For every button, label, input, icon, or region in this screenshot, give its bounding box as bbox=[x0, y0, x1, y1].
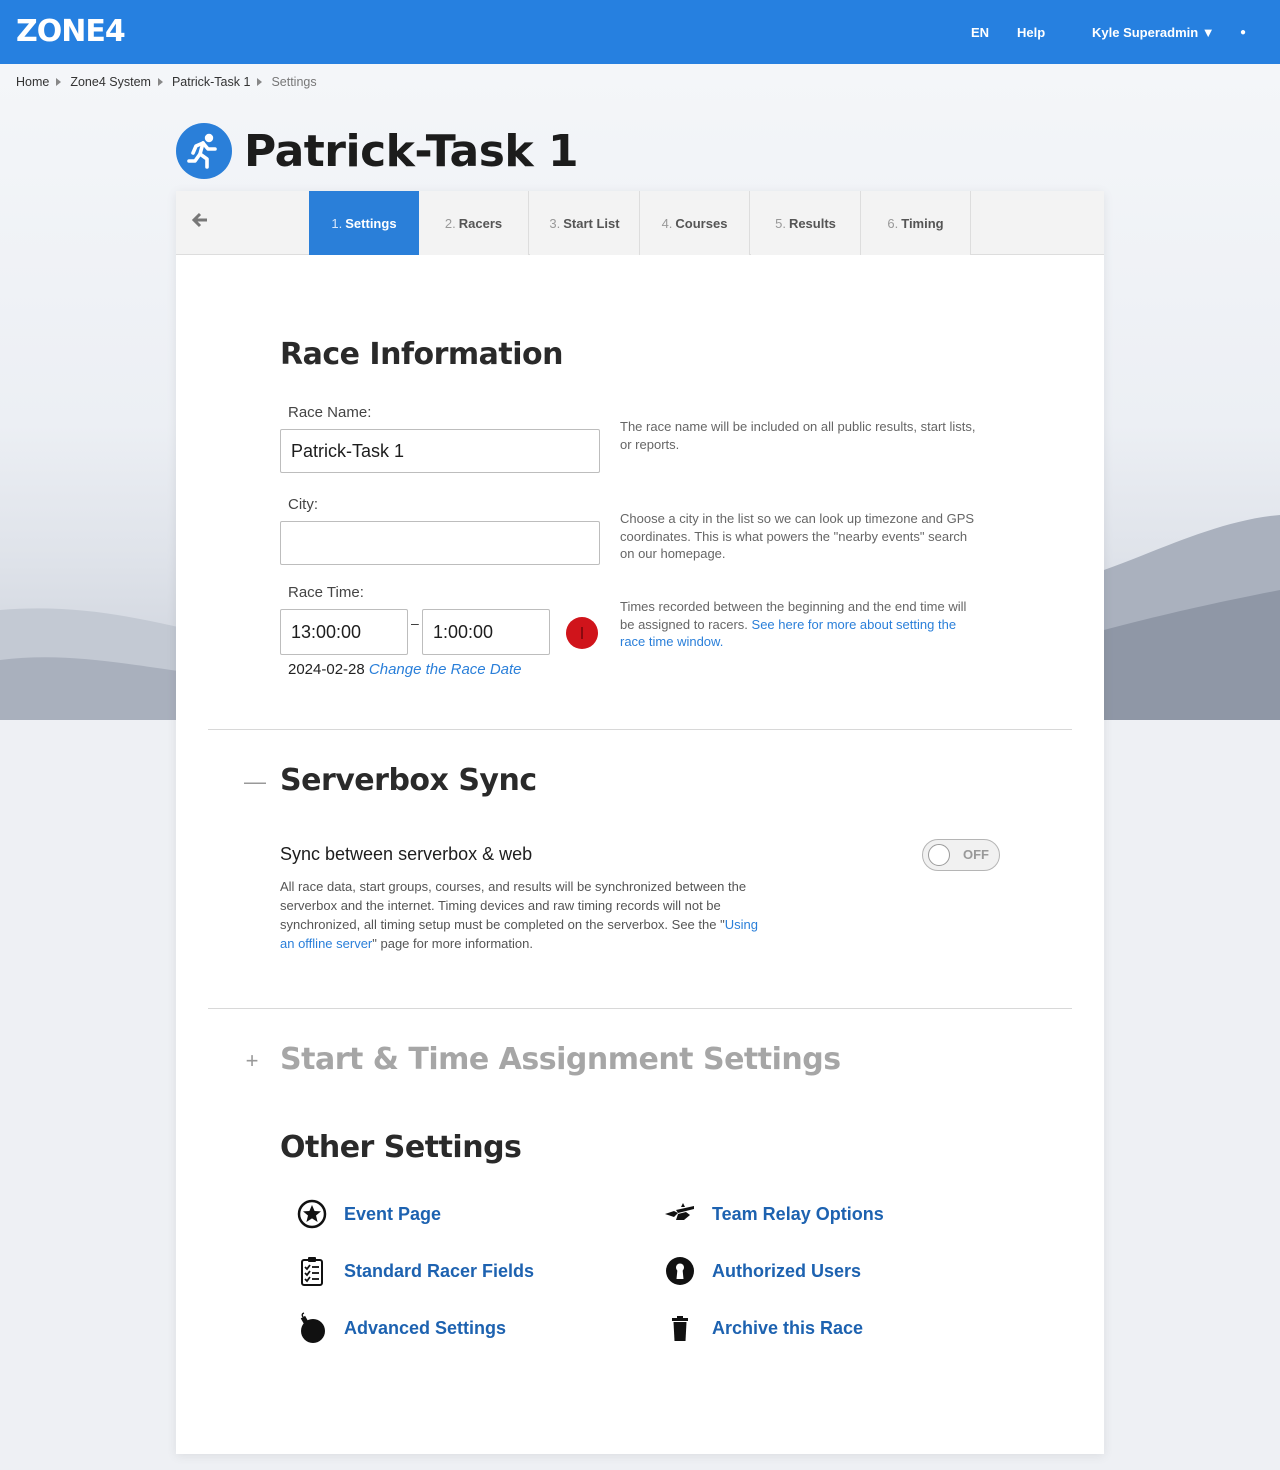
tab-label: Start List bbox=[563, 215, 620, 231]
serverbox-sync-heading: Serverbox Sync bbox=[280, 763, 537, 798]
race-name-label: Race Name: bbox=[288, 404, 372, 421]
race-time-help: Times recorded between the beginning and… bbox=[620, 598, 980, 651]
advanced-settings-link[interactable]: Advanced Settings bbox=[296, 1310, 506, 1346]
other-settings-heading: Other Settings bbox=[280, 1130, 522, 1165]
setting-label: Team Relay Options bbox=[712, 1203, 884, 1224]
collapse-serverbox-toggle[interactable]: — bbox=[244, 771, 266, 793]
top-navigation-bar: ZONE4 EN Help Kyle Superadmin ▼ ● bbox=[0, 0, 1280, 64]
tab-start-list[interactable]: 3. Start List bbox=[530, 191, 640, 255]
tab-label: Racers bbox=[458, 215, 503, 231]
chevron-right-icon bbox=[257, 78, 263, 86]
tab-timing[interactable]: 6. Timing bbox=[861, 191, 971, 255]
city-help: Choose a city in the list so we can look… bbox=[620, 511, 975, 561]
tab-number: 6. bbox=[887, 215, 899, 231]
race-name-help: The race name will be included on all pu… bbox=[620, 419, 976, 452]
archive-race-link[interactable]: Archive this Race bbox=[664, 1310, 863, 1346]
change-race-date-link[interactable]: Change the Race Date bbox=[369, 661, 522, 678]
alert-mark bbox=[581, 627, 583, 639]
setting-label: Standard Racer Fields bbox=[344, 1260, 535, 1281]
sync-description: All race data, start groups, courses, an… bbox=[280, 877, 760, 953]
settings-card: 1. Settings 2. Racers 3. Start List 4. C… bbox=[176, 191, 1104, 1454]
sync-title: Sync between serverbox & web bbox=[280, 844, 533, 864]
tab-label: Timing bbox=[901, 215, 944, 231]
section-divider bbox=[208, 729, 1072, 730]
start-time-assignment-heading[interactable]: Start & Time Assignment Settings bbox=[280, 1042, 841, 1077]
end-time-input[interactable]: 1:00:00 bbox=[422, 609, 550, 655]
expand-start-time-toggle[interactable]: + bbox=[244, 1050, 260, 1072]
runner-icon bbox=[176, 123, 232, 179]
setting-label: Archive this Race bbox=[712, 1317, 864, 1338]
clipboard-checklist-icon bbox=[296, 1255, 328, 1287]
tab-number: 3. bbox=[549, 215, 561, 231]
star-circle-icon bbox=[296, 1198, 328, 1230]
authorized-users-link[interactable]: Authorized Users bbox=[664, 1253, 861, 1289]
tab-courses[interactable]: 4. Courses bbox=[640, 191, 750, 255]
breadcrumb-race[interactable]: Patrick-Task 1 bbox=[172, 75, 251, 89]
breadcrumb-zone4-system[interactable]: Zone4 System bbox=[70, 75, 151, 89]
page-title: Patrick-Task 1 bbox=[244, 126, 579, 177]
race-time-label: Race Time: bbox=[288, 584, 364, 601]
race-name-input[interactable]: Patrick-Task 1 bbox=[280, 429, 600, 473]
help-link[interactable]: Help bbox=[1017, 0, 1045, 64]
tab-results[interactable]: 5. Results bbox=[751, 191, 861, 255]
time-separator: – bbox=[411, 615, 419, 631]
step-tabs: 1. Settings 2. Racers 3. Start List 4. C… bbox=[176, 191, 1104, 255]
team-relay-options-link[interactable]: Team Relay Options bbox=[664, 1196, 884, 1232]
alert-indicator-icon[interactable] bbox=[566, 617, 598, 649]
chevron-right-icon bbox=[157, 78, 163, 86]
standard-racer-fields-link[interactable]: Standard Racer Fields bbox=[296, 1253, 534, 1289]
breadcrumb-current: Settings bbox=[271, 75, 317, 89]
tab-number: 5. bbox=[775, 215, 786, 231]
setting-label: Advanced Settings bbox=[344, 1317, 507, 1338]
toggle-state: OFF bbox=[963, 847, 989, 862]
bomb-icon bbox=[296, 1312, 328, 1344]
section-divider bbox=[208, 1008, 1072, 1009]
zone4-logo[interactable]: ZONE4 bbox=[16, 14, 126, 50]
tab-racers[interactable]: 2. Racers bbox=[419, 191, 529, 255]
trash-icon bbox=[664, 1312, 696, 1344]
tab-number: 4. bbox=[661, 215, 673, 231]
sync-toggle-switch[interactable]: OFF bbox=[922, 839, 1000, 871]
setting-label: Event Page bbox=[344, 1203, 442, 1224]
city-label: City: bbox=[288, 496, 318, 513]
setting-label: Authorized Users bbox=[712, 1260, 862, 1281]
sync-desc-text: All race data, start groups, courses, an… bbox=[280, 879, 747, 932]
toggle-knob bbox=[928, 844, 950, 866]
event-page-link[interactable]: Event Page bbox=[296, 1196, 441, 1232]
start-time-input[interactable]: 13:00:00 bbox=[280, 609, 408, 655]
race-information-heading: Race Information bbox=[280, 337, 564, 372]
status-dot-icon[interactable]: ● bbox=[1240, 0, 1246, 64]
breadcrumb: Home Zone4 System Patrick-Task 1 Setting… bbox=[16, 74, 317, 90]
keyhole-icon bbox=[664, 1255, 696, 1287]
sync-desc-text-end: " page for more information. bbox=[372, 936, 533, 951]
chevron-right-icon bbox=[56, 78, 62, 86]
tab-settings[interactable]: 1. Settings bbox=[309, 191, 419, 255]
tab-label: Results bbox=[788, 215, 836, 231]
back-arrow-icon[interactable] bbox=[191, 211, 208, 229]
user-menu[interactable]: Kyle Superadmin ▼ bbox=[1092, 0, 1215, 64]
breadcrumb-home[interactable]: Home bbox=[16, 75, 49, 89]
tab-label: Courses bbox=[675, 215, 728, 231]
tab-label: Settings bbox=[345, 215, 397, 231]
relay-baton-icon bbox=[664, 1198, 696, 1230]
tab-number: 1. bbox=[331, 215, 343, 231]
race-date-row: 2024-02-28 Change the Race Date bbox=[288, 661, 522, 678]
language-selector[interactable]: EN bbox=[971, 0, 989, 64]
tab-number: 2. bbox=[444, 215, 456, 231]
city-input[interactable] bbox=[280, 521, 600, 565]
race-date: 2024-02-28 bbox=[288, 661, 365, 678]
